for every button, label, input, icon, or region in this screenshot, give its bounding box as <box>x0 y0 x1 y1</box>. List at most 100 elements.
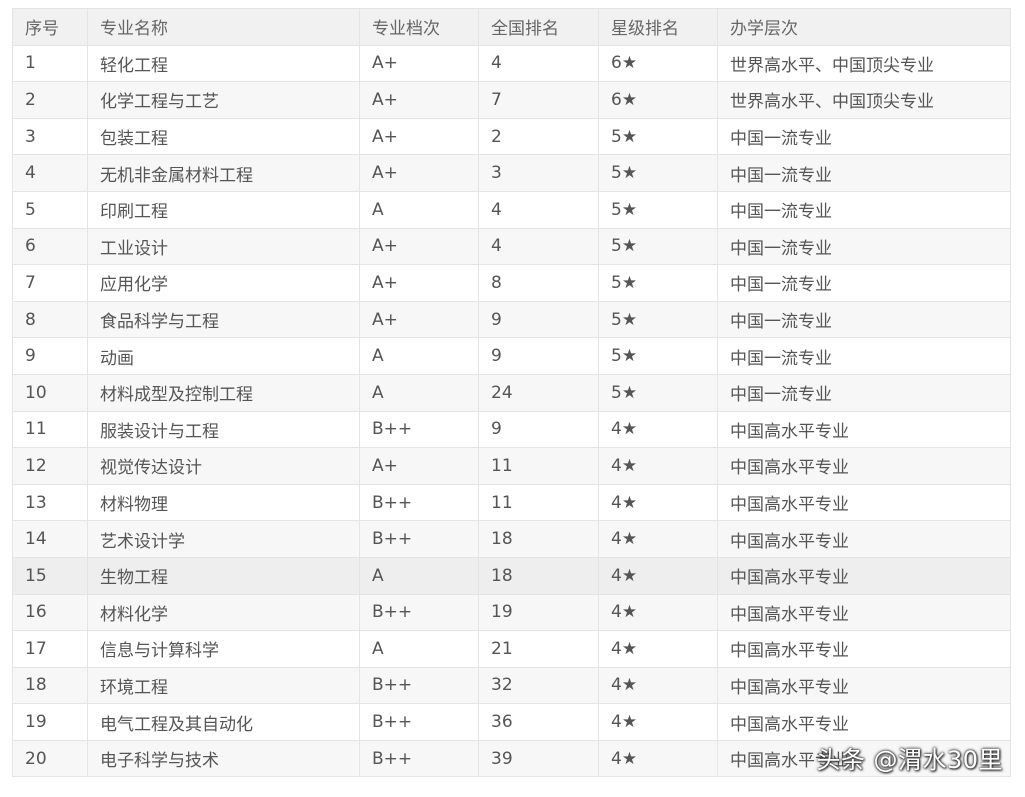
cell-index: 10 <box>12 373 88 412</box>
cell-index: 2 <box>12 81 88 119</box>
cell-national-rank: 21 <box>478 630 599 668</box>
cell-major-name: 动画 <box>87 337 360 375</box>
table-row: 19 电气工程及其自动化 B++ 36 4★ 中国高水平专业 <box>12 703 1011 741</box>
cell-star-rank: 5★ <box>598 227 718 266</box>
cell-national-rank: 32 <box>478 666 599 705</box>
cell-index: 11 <box>12 410 88 449</box>
cell-level: 中国一流专业 <box>717 117 1011 156</box>
cell-national-rank: 39 <box>478 739 599 778</box>
header-index: 序号 <box>12 8 88 46</box>
cell-national-rank: 24 <box>478 373 599 412</box>
cell-level: 中国高水平专业 <box>717 666 1011 705</box>
cell-major-name: 包装工程 <box>87 117 360 156</box>
cell-major-name: 生物工程 <box>87 556 360 595</box>
header-star-rank: 星级排名 <box>598 8 718 46</box>
cell-index: 1 <box>12 44 88 83</box>
cell-major-grade: A <box>359 630 479 668</box>
cell-major-name: 应用化学 <box>87 264 360 302</box>
cell-star-rank: 5★ <box>598 190 718 229</box>
cell-major-name: 化学工程与工艺 <box>87 81 360 119</box>
header-national-rank: 全国排名 <box>478 8 599 46</box>
cell-star-rank: 6★ <box>598 81 718 119</box>
ranking-table-container: 序号 专业名称 专业档次 全国排名 星级排名 办学层次 1 轻化工程 A+ 4 6★ 世界… <box>12 8 1011 778</box>
cell-index: 6 <box>12 227 88 266</box>
cell-level: 中国一流专业 <box>717 154 1011 192</box>
table-row: 12 视觉传达设计 A+ 11 4★ 中国高水平专业 <box>12 447 1011 485</box>
table-row: 8 食品科学与工程 A+ 9 5★ 中国一流专业 <box>12 300 1011 339</box>
cell-major-grade: A <box>359 373 479 412</box>
table-row: 1 轻化工程 A+ 4 6★ 世界高水平、中国顶尖专业 <box>12 44 1011 83</box>
cell-level: 中国一流专业 <box>717 300 1011 339</box>
cell-major-grade: A+ <box>359 81 479 119</box>
cell-star-rank: 5★ <box>598 264 718 302</box>
cell-major-name: 工业设计 <box>87 227 360 266</box>
table-row: 6 工业设计 A+ 4 5★ 中国一流专业 <box>12 227 1011 266</box>
cell-level: 中国高水平专业 <box>717 556 1011 595</box>
table-row: 10 材料成型及控制工程 A 24 5★ 中国一流专业 <box>12 373 1011 412</box>
cell-star-rank: 4★ <box>598 630 718 668</box>
cell-major-name: 信息与计算科学 <box>87 630 360 668</box>
cell-index: 16 <box>12 593 88 632</box>
cell-major-grade: B++ <box>359 483 479 522</box>
cell-level: 中国一流专业 <box>717 264 1011 302</box>
cell-index: 9 <box>12 337 88 375</box>
cell-major-name: 材料成型及控制工程 <box>87 373 360 412</box>
table-row: 7 应用化学 A+ 8 5★ 中国一流专业 <box>12 264 1011 302</box>
cell-national-rank: 9 <box>478 410 599 449</box>
cell-level: 中国高水平专业 <box>717 593 1011 632</box>
cell-major-grade: B++ <box>359 666 479 705</box>
table-row: 11 服装设计与工程 B++ 9 4★ 中国高水平专业 <box>12 410 1011 449</box>
cell-national-rank: 11 <box>478 447 599 485</box>
cell-index: 14 <box>12 520 88 558</box>
cell-national-rank: 11 <box>478 483 599 522</box>
cell-star-rank: 4★ <box>598 483 718 522</box>
cell-national-rank: 9 <box>478 300 599 339</box>
cell-index: 15 <box>12 556 88 595</box>
cell-index: 5 <box>12 190 88 229</box>
major-ranking-table: 序号 专业名称 专业档次 全国排名 星级排名 办学层次 1 轻化工程 A+ 4 6★ 世界… <box>12 8 1011 778</box>
table-row: 9 动画 A 9 5★ 中国一流专业 <box>12 337 1011 375</box>
cell-major-grade: B++ <box>359 739 479 778</box>
cell-index: 20 <box>12 739 88 778</box>
cell-major-grade: A+ <box>359 300 479 339</box>
table-header-row: 序号 专业名称 专业档次 全国排名 星级排名 办学层次 <box>12 8 1011 46</box>
cell-national-rank: 4 <box>478 44 599 83</box>
cell-star-rank: 4★ <box>598 520 718 558</box>
cell-level: 中国一流专业 <box>717 337 1011 375</box>
table-row: 5 印刷工程 A 4 5★ 中国一流专业 <box>12 190 1011 229</box>
header-level: 办学层次 <box>717 8 1011 46</box>
cell-national-rank: 18 <box>478 520 599 558</box>
cell-major-grade: A <box>359 556 479 595</box>
cell-major-name: 无机非金属材料工程 <box>87 154 360 192</box>
cell-index: 8 <box>12 300 88 339</box>
table-body: 1 轻化工程 A+ 4 6★ 世界高水平、中国顶尖专业 2 化学工程与工艺 A+ 7 6★ 世界高水平… <box>12 44 1011 778</box>
cell-major-grade: A+ <box>359 264 479 302</box>
cell-index: 3 <box>12 117 88 156</box>
cell-major-grade: A+ <box>359 154 479 192</box>
cell-star-rank: 5★ <box>598 300 718 339</box>
cell-major-grade: A <box>359 337 479 375</box>
table-row: 2 化学工程与工艺 A+ 7 6★ 世界高水平、中国顶尖专业 <box>12 81 1011 119</box>
cell-major-name: 材料化学 <box>87 593 360 632</box>
cell-level: 中国高水平专业 <box>717 410 1011 449</box>
cell-national-rank: 18 <box>478 556 599 595</box>
table-row: 4 无机非金属材料工程 A+ 3 5★ 中国一流专业 <box>12 154 1011 192</box>
cell-major-grade: B++ <box>359 520 479 558</box>
cell-index: 18 <box>12 666 88 705</box>
table-row: 18 环境工程 B++ 32 4★ 中国高水平专业 <box>12 666 1011 705</box>
cell-major-grade: A <box>359 190 479 229</box>
cell-index: 19 <box>12 703 88 741</box>
cell-national-rank: 8 <box>478 264 599 302</box>
cell-star-rank: 4★ <box>598 593 718 632</box>
cell-major-name: 电子科学与技术 <box>87 739 360 778</box>
cell-major-name: 材料物理 <box>87 483 360 522</box>
cell-major-name: 服装设计与工程 <box>87 410 360 449</box>
cell-star-rank: 4★ <box>598 556 718 595</box>
cell-national-rank: 19 <box>478 593 599 632</box>
cell-star-rank: 6★ <box>598 44 718 83</box>
table-row: 17 信息与计算科学 A 21 4★ 中国高水平专业 <box>12 630 1011 668</box>
cell-star-rank: 5★ <box>598 337 718 375</box>
table-row: 3 包装工程 A+ 2 5★ 中国一流专业 <box>12 117 1011 156</box>
cell-major-grade: A+ <box>359 117 479 156</box>
table-row: 15 生物工程 A 18 4★ 中国高水平专业 <box>12 556 1011 595</box>
